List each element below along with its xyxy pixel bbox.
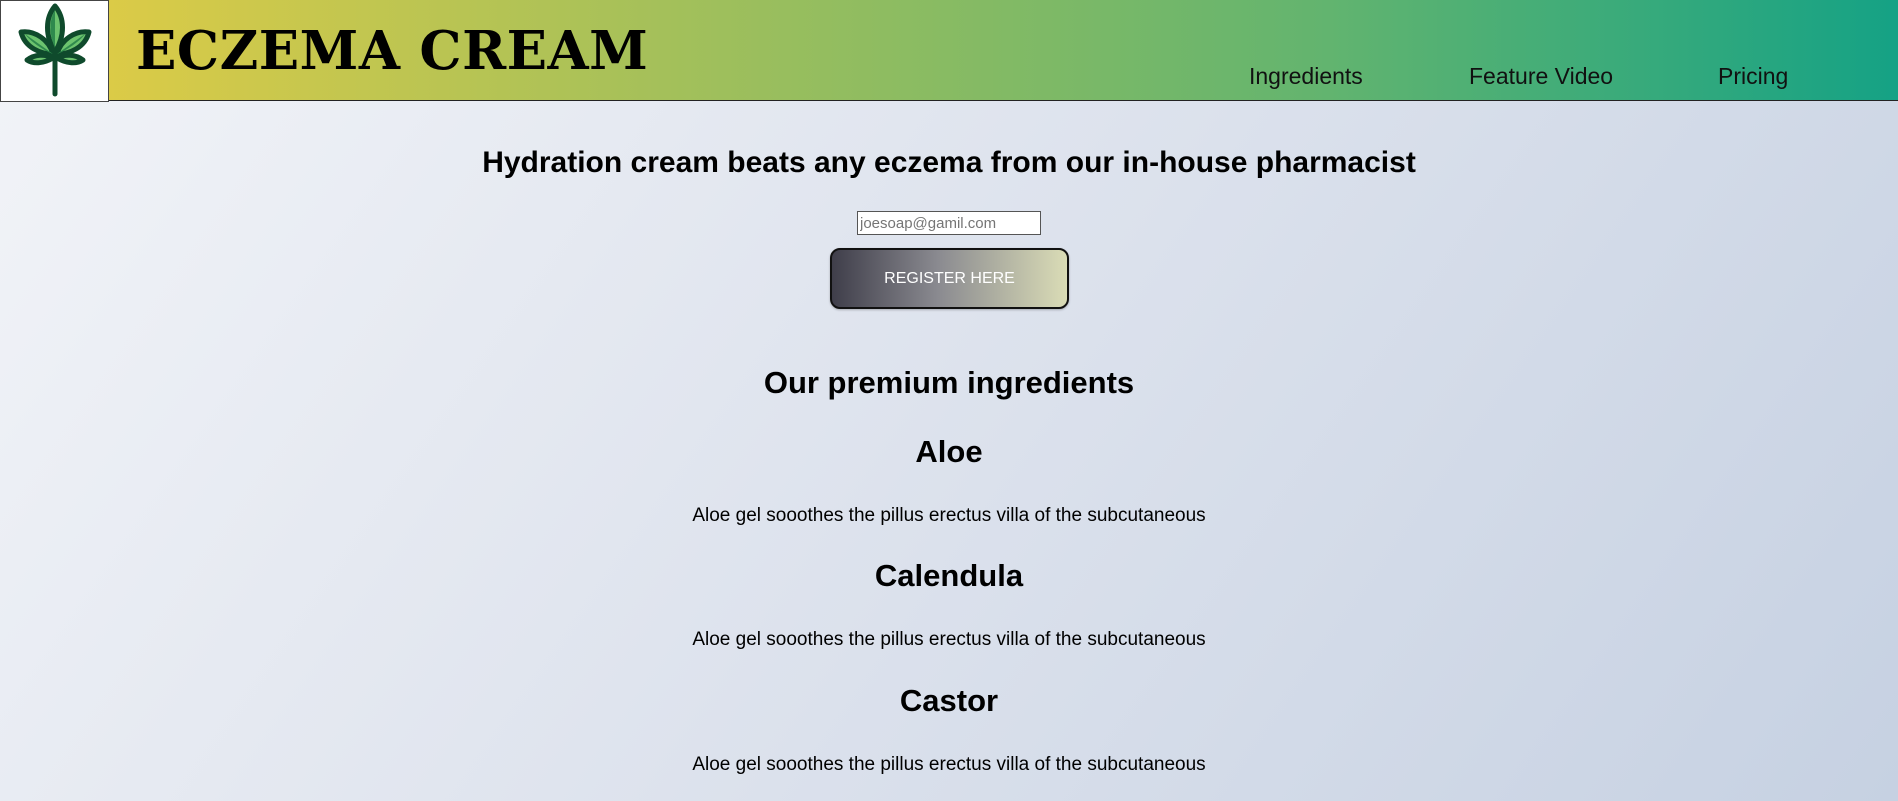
ingredient-description-castor: Aloe gel sooothes the pillus erectus vil… <box>692 754 1206 775</box>
ingredients-title: Our premium ingredients <box>763 365 1135 400</box>
ingredient-description-aloe: Aloe gel sooothes the pillus erectus vil… <box>692 505 1206 526</box>
nav-link-ingredients[interactable]: Ingredients <box>1249 60 1363 92</box>
main-nav: Ingredients Feature Video Pricing <box>0 60 1898 92</box>
register-button[interactable]: REGISTER HERE <box>830 248 1069 309</box>
nav-link-pricing[interactable]: Pricing <box>1718 60 1788 92</box>
ingredient-name-calendula: Calendula <box>874 558 1024 593</box>
site-header: ECZEMA CREAM Ingredients Feature Video P… <box>0 0 1898 102</box>
ingredient-description-calendula: Aloe gel sooothes the pillus erectus vil… <box>692 629 1206 650</box>
nav-link-feature-video[interactable]: Feature Video <box>1469 60 1613 92</box>
ingredient-name-aloe: Aloe <box>915 434 983 469</box>
email-input[interactable] <box>857 211 1041 235</box>
ingredient-name-castor: Castor <box>899 683 999 718</box>
hero-title: Hydration cream beats any eczema from ou… <box>482 146 1416 179</box>
